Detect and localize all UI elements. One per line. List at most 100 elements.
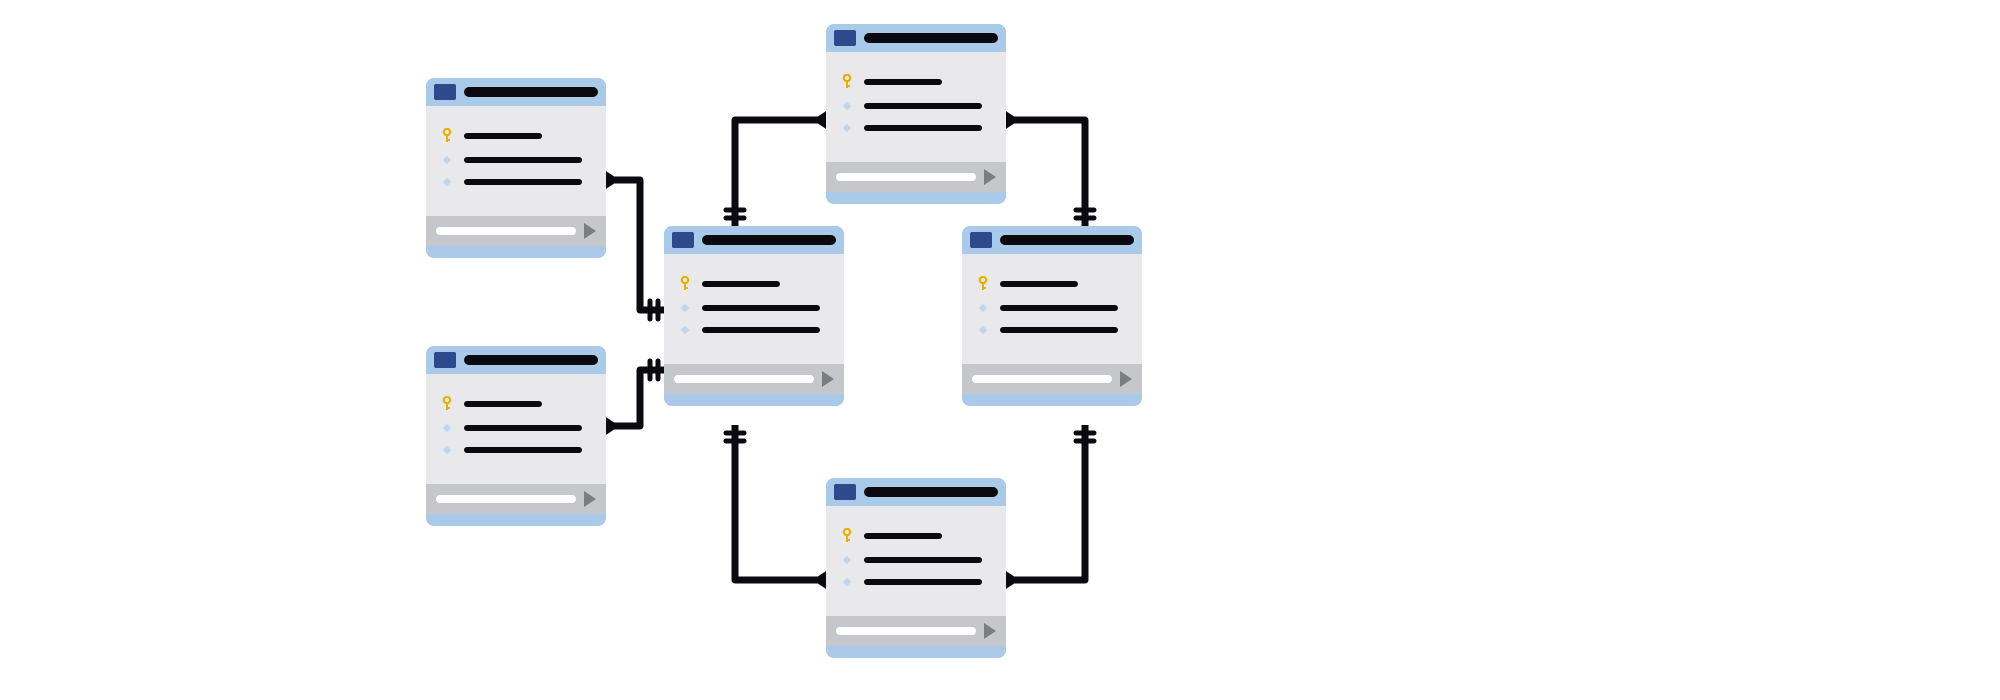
table-footer <box>426 216 606 246</box>
column-name-placeholder <box>1000 327 1118 333</box>
column-name-placeholder <box>464 133 542 139</box>
column-row <box>840 528 992 544</box>
table-columns <box>426 374 606 484</box>
table-columns <box>826 52 1006 162</box>
column-row <box>840 554 992 566</box>
scrollbar-track[interactable] <box>674 375 814 383</box>
diamond-icon <box>976 302 990 314</box>
diamond-icon <box>440 154 454 166</box>
table-footer <box>664 364 844 394</box>
table-base <box>664 394 844 406</box>
table-header-badge <box>834 484 856 500</box>
table-base <box>826 646 1006 658</box>
table-header-badge <box>970 232 992 248</box>
table-title-placeholder <box>864 33 998 43</box>
diamond-icon <box>678 324 692 336</box>
key-icon <box>840 528 854 544</box>
table-footer <box>962 364 1142 394</box>
column-name-placeholder <box>702 327 820 333</box>
db-table-t5[interactable] <box>826 24 1006 204</box>
play-icon[interactable] <box>984 169 996 185</box>
scrollbar-track[interactable] <box>436 495 576 503</box>
diamond-icon <box>678 302 692 314</box>
column-name-placeholder <box>464 447 582 453</box>
diamond-icon <box>840 576 854 588</box>
db-table-t2[interactable] <box>426 346 606 526</box>
diamond-icon <box>440 176 454 188</box>
column-row <box>976 302 1128 314</box>
column-row <box>678 302 830 314</box>
column-row <box>840 122 992 134</box>
table-footer <box>826 616 1006 646</box>
diamond-icon <box>840 122 854 134</box>
column-name-placeholder <box>1000 305 1118 311</box>
diamond-icon <box>976 324 990 336</box>
db-table-t4[interactable] <box>826 478 1006 658</box>
column-name-placeholder <box>1000 281 1078 287</box>
er-diagram-canvas <box>0 0 2000 700</box>
column-name-placeholder <box>464 401 542 407</box>
column-row <box>440 128 592 144</box>
column-row <box>440 176 592 188</box>
table-footer <box>426 484 606 514</box>
table-header-badge <box>834 30 856 46</box>
table-columns <box>426 106 606 216</box>
table-title-placeholder <box>702 235 836 245</box>
play-icon[interactable] <box>984 623 996 639</box>
column-name-placeholder <box>464 157 582 163</box>
column-row <box>440 444 592 456</box>
column-name-placeholder <box>464 179 582 185</box>
scrollbar-track[interactable] <box>436 227 576 235</box>
table-columns <box>664 254 844 364</box>
column-name-placeholder <box>702 305 820 311</box>
relationship-t5-t6 <box>996 112 1094 226</box>
column-row <box>678 276 830 292</box>
db-table-t3[interactable] <box>664 226 844 406</box>
play-icon[interactable] <box>822 371 834 387</box>
column-row <box>976 276 1128 292</box>
table-title-placeholder <box>864 487 998 497</box>
column-row <box>678 324 830 336</box>
table-footer <box>826 162 1006 192</box>
table-columns <box>826 506 1006 616</box>
table-title-placeholder <box>464 355 598 365</box>
relationship-t2-t3 <box>596 361 664 434</box>
table-title-placeholder <box>464 87 598 97</box>
table-header <box>826 478 1006 506</box>
table-header-badge <box>672 232 694 248</box>
scrollbar-track[interactable] <box>972 375 1112 383</box>
column-row <box>976 324 1128 336</box>
scrollbar-track[interactable] <box>836 627 976 635</box>
relationship-t4-t6 <box>996 425 1094 588</box>
key-icon <box>976 276 990 292</box>
key-icon <box>678 276 692 292</box>
play-icon[interactable] <box>1120 371 1132 387</box>
table-header-badge <box>434 352 456 368</box>
table-base <box>426 246 606 258</box>
table-header <box>664 226 844 254</box>
scrollbar-track[interactable] <box>836 173 976 181</box>
db-table-t1[interactable] <box>426 78 606 258</box>
play-icon[interactable] <box>584 223 596 239</box>
relationship-t1-t3 <box>596 172 664 319</box>
column-row <box>440 396 592 412</box>
table-base <box>962 394 1142 406</box>
column-row <box>840 100 992 112</box>
column-row <box>840 74 992 90</box>
column-row <box>440 154 592 166</box>
table-header <box>962 226 1142 254</box>
diamond-icon <box>440 444 454 456</box>
table-header <box>826 24 1006 52</box>
column-name-placeholder <box>864 533 942 539</box>
table-columns <box>962 254 1142 364</box>
column-name-placeholder <box>702 281 780 287</box>
table-header <box>426 78 606 106</box>
db-table-t6[interactable] <box>962 226 1142 406</box>
diamond-icon <box>840 100 854 112</box>
relationship-t3-t5 <box>726 112 836 226</box>
relationship-t3-t4 <box>726 425 836 588</box>
table-base <box>826 192 1006 204</box>
column-name-placeholder <box>464 425 582 431</box>
table-base <box>426 514 606 526</box>
play-icon[interactable] <box>584 491 596 507</box>
